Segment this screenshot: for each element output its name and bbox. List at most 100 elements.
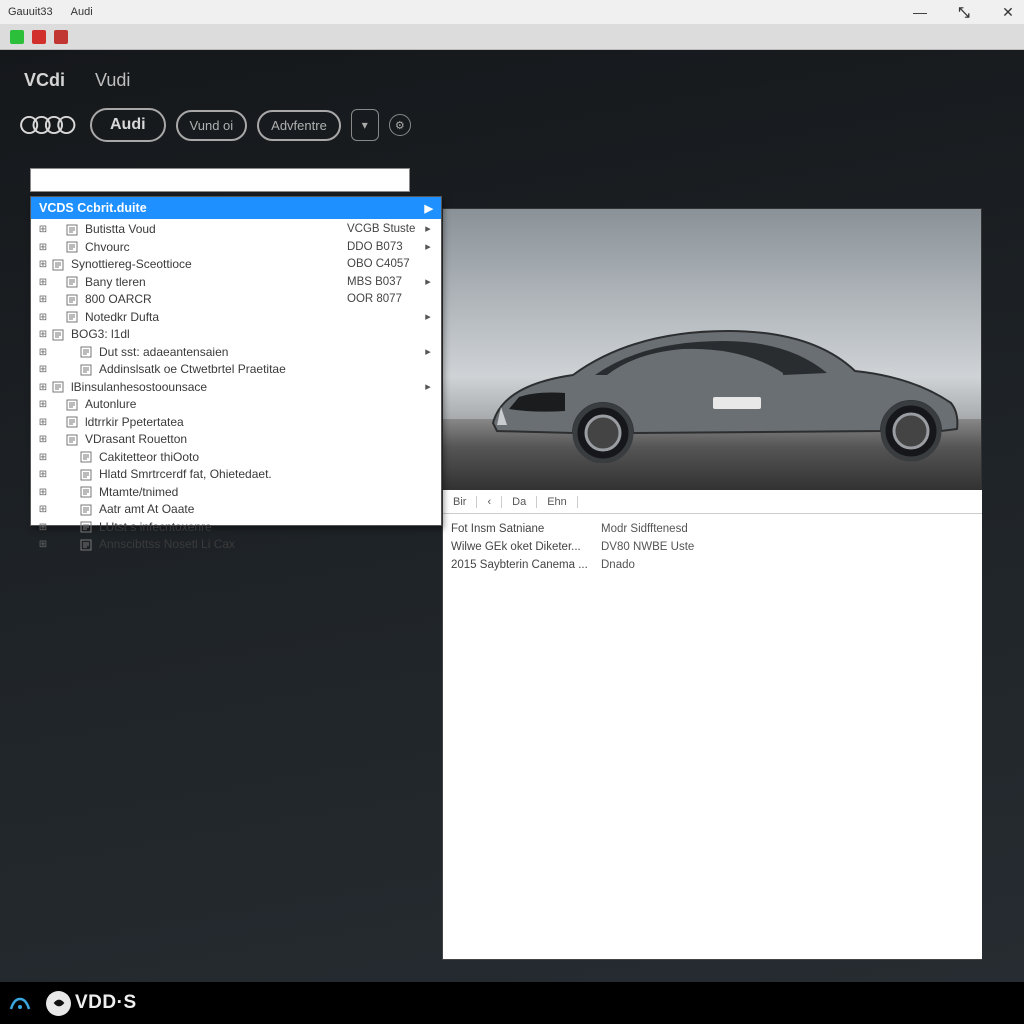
brand-button-adventure[interactable]: Advfentre xyxy=(257,110,341,141)
expand-icon: ⊞ xyxy=(37,291,49,309)
details-row[interactable]: Wilwe GEk oket Diketer...DV80 NWBE Uste xyxy=(451,538,974,556)
dropdown-toggle-button[interactable]: ▾ xyxy=(351,109,379,141)
module-tree-item[interactable]: ⊞Bany tlerenMBS B037▸ xyxy=(31,274,441,292)
module-tree-item[interactable]: ⊞ Annscibttss Nosetl Li Cax xyxy=(31,536,441,554)
module-tree-item[interactable]: ⊞ Mtamte/tnimed xyxy=(31,484,441,502)
brand-button-audi[interactable]: Audi xyxy=(90,108,166,142)
module-tree-item[interactable]: ⊞LUtst s infecntoxenre xyxy=(31,519,441,537)
window-maximize-button[interactable]: ⤡ xyxy=(956,4,972,21)
expand-icon: ⊞ xyxy=(37,256,49,274)
details-row-value: DV80 NWBE Uste xyxy=(601,538,694,556)
tree-item-label: ldtrrkir Ppetertatea xyxy=(85,414,347,432)
settings-gear-button[interactable]: ⚙ xyxy=(389,114,411,136)
module-tree-item[interactable]: ⊞Cakitetteor thiOoto xyxy=(31,449,441,467)
window-titlebar: Gauuit33 Audi — ⤡ ✕ xyxy=(0,0,1024,24)
brand-button-vund[interactable]: Vund oi xyxy=(176,110,248,141)
details-tab-0[interactable]: Bir xyxy=(443,496,477,508)
module-tree-item[interactable]: ⊞Synottiereg-SceottioceOBO C4057 xyxy=(31,256,441,274)
module-tree-item[interactable]: ⊞ChvourcDDO B073▸ xyxy=(31,239,441,257)
expand-icon: ⊞ xyxy=(37,344,49,362)
expand-icon: ⊞ xyxy=(37,221,49,239)
expand-icon: ⊞ xyxy=(37,239,49,257)
expand-icon: ⊞ xyxy=(37,484,49,502)
details-tab-1[interactable]: ‹ xyxy=(477,496,502,508)
document-icon xyxy=(51,380,67,394)
document-icon xyxy=(65,398,81,412)
details-tab-3[interactable]: Ehn xyxy=(537,496,578,508)
details-row-label: Wilwe GEk oket Diketer... xyxy=(451,538,601,556)
window-minimize-button[interactable]: — xyxy=(912,4,928,21)
expand-icon: ⊞ xyxy=(37,414,49,432)
taskbar-app-logo[interactable]: VDD·S xyxy=(46,991,137,1016)
taskbar-app-icon[interactable] xyxy=(8,991,32,1015)
tree-item-label: VDrasant Rouetton xyxy=(85,431,347,449)
window-close-button[interactable]: ✕ xyxy=(1000,4,1016,21)
tree-item-label: Butistta Voud xyxy=(85,221,347,239)
chevron-right-icon: ▸ xyxy=(421,274,435,292)
details-row[interactable]: 2015 Saybterin Canema ...Dnado xyxy=(451,556,974,574)
chevron-right-icon: ▸ xyxy=(421,344,435,362)
module-tree-item[interactable]: ⊞lBinsulanhesostoounsace▸ xyxy=(31,379,441,397)
chevron-right-icon: ▸ xyxy=(421,239,435,257)
expand-icon: ⊞ xyxy=(37,396,49,414)
search-input[interactable] xyxy=(30,168,410,192)
expand-icon: ⊞ xyxy=(37,536,49,554)
status-dot-red-2[interactable] xyxy=(54,30,68,44)
details-tab-2[interactable]: Da xyxy=(502,496,537,508)
details-row[interactable]: Fot Insm SatnianeModr Sidfftenesd xyxy=(451,520,974,538)
toolbar-traffic-lights xyxy=(0,24,1024,50)
document-icon xyxy=(65,310,81,324)
document-icon xyxy=(79,450,95,464)
document-icon xyxy=(65,240,81,254)
header-tabs: VCdi Vudi xyxy=(24,70,130,91)
details-tabstrip: Bir ‹ Da Ehn xyxy=(443,490,982,514)
vehicle-image-panel xyxy=(442,208,982,490)
document-icon xyxy=(79,503,95,517)
module-tree-item[interactable]: ⊞Dut sst: adaeantensaien▸ xyxy=(31,344,441,362)
os-taskbar: VDD·S xyxy=(0,982,1024,1024)
document-icon xyxy=(65,275,81,289)
tree-item-label: Mtamte/tnimed xyxy=(99,484,347,502)
tree-item-label: Synottiereg-Sceottioce xyxy=(71,256,347,274)
tree-item-label: Autonlure xyxy=(85,396,347,414)
module-tree-item[interactable]: ⊞Butistta VoudVCGB Stuste▸ xyxy=(31,221,441,239)
chevron-down-icon: ▾ xyxy=(362,118,368,132)
document-icon xyxy=(79,363,95,377)
title-text-1: Gauuit33 xyxy=(8,6,53,18)
document-icon xyxy=(65,223,81,237)
module-tree-item[interactable]: ⊞Aatr amt At Oaate xyxy=(31,501,441,519)
tab-vcdi[interactable]: VCdi xyxy=(24,70,65,91)
document-icon xyxy=(65,433,81,447)
module-tree-item[interactable]: ⊞BOG3: l1dl xyxy=(31,326,441,344)
tree-item-label: Annscibttss Nosetl Li Cax xyxy=(99,536,347,554)
expand-icon: ⊞ xyxy=(37,519,49,537)
tab-vudi[interactable]: Vudi xyxy=(95,70,130,91)
status-dot-green[interactable] xyxy=(10,30,24,44)
module-tree-item[interactable]: ⊞ Autonlure xyxy=(31,396,441,414)
tree-item-label: 800 OARCR xyxy=(85,291,347,309)
tree-item-label: Hlatd Smrtrcerdf fat, Ohietedaet. xyxy=(99,466,347,484)
module-tree-item[interactable]: ⊞Notedkr Dufta▸ xyxy=(31,309,441,327)
module-tree-header[interactable]: VCDS Ccbrit.duite ▶ xyxy=(31,197,441,219)
tree-item-code: MBS B037 xyxy=(347,274,421,292)
module-tree-item[interactable]: ⊞Addinslsatk oe Ctwetbrtel Praetitae xyxy=(31,361,441,379)
details-row-label: Fot Insm Satniane xyxy=(451,520,601,538)
tree-item-label: Chvourc xyxy=(85,239,347,257)
tree-item-label: Notedkr Dufta xyxy=(85,309,347,327)
tree-item-label: lBinsulanhesostoounsace xyxy=(71,379,347,397)
expand-icon: ⊞ xyxy=(37,379,49,397)
document-icon xyxy=(79,538,95,552)
tree-item-label: Addinslsatk oe Ctwetbrtel Praetitae xyxy=(99,361,347,379)
module-tree-body: ⊞Butistta VoudVCGB Stuste▸⊞ChvourcDDO B0… xyxy=(31,219,441,556)
details-rows: Fot Insm SatnianeModr SidfftenesdWilwe G… xyxy=(443,514,982,580)
car-silhouette xyxy=(483,313,963,463)
module-tree-item[interactable]: ⊞VDrasant Rouetton xyxy=(31,431,441,449)
document-icon xyxy=(51,328,67,342)
module-tree-item[interactable]: ⊞800 OARCROOR 8077 xyxy=(31,291,441,309)
tree-item-label: Bany tleren xyxy=(85,274,347,292)
gear-icon: ⚙ xyxy=(395,119,405,132)
taskbar-logo-badge xyxy=(46,991,71,1016)
module-tree-item[interactable]: ⊞ ldtrrkir Ppetertatea xyxy=(31,414,441,432)
status-dot-red-1[interactable] xyxy=(32,30,46,44)
module-tree-item[interactable]: ⊞Hlatd Smrtrcerdf fat, Ohietedaet. xyxy=(31,466,441,484)
